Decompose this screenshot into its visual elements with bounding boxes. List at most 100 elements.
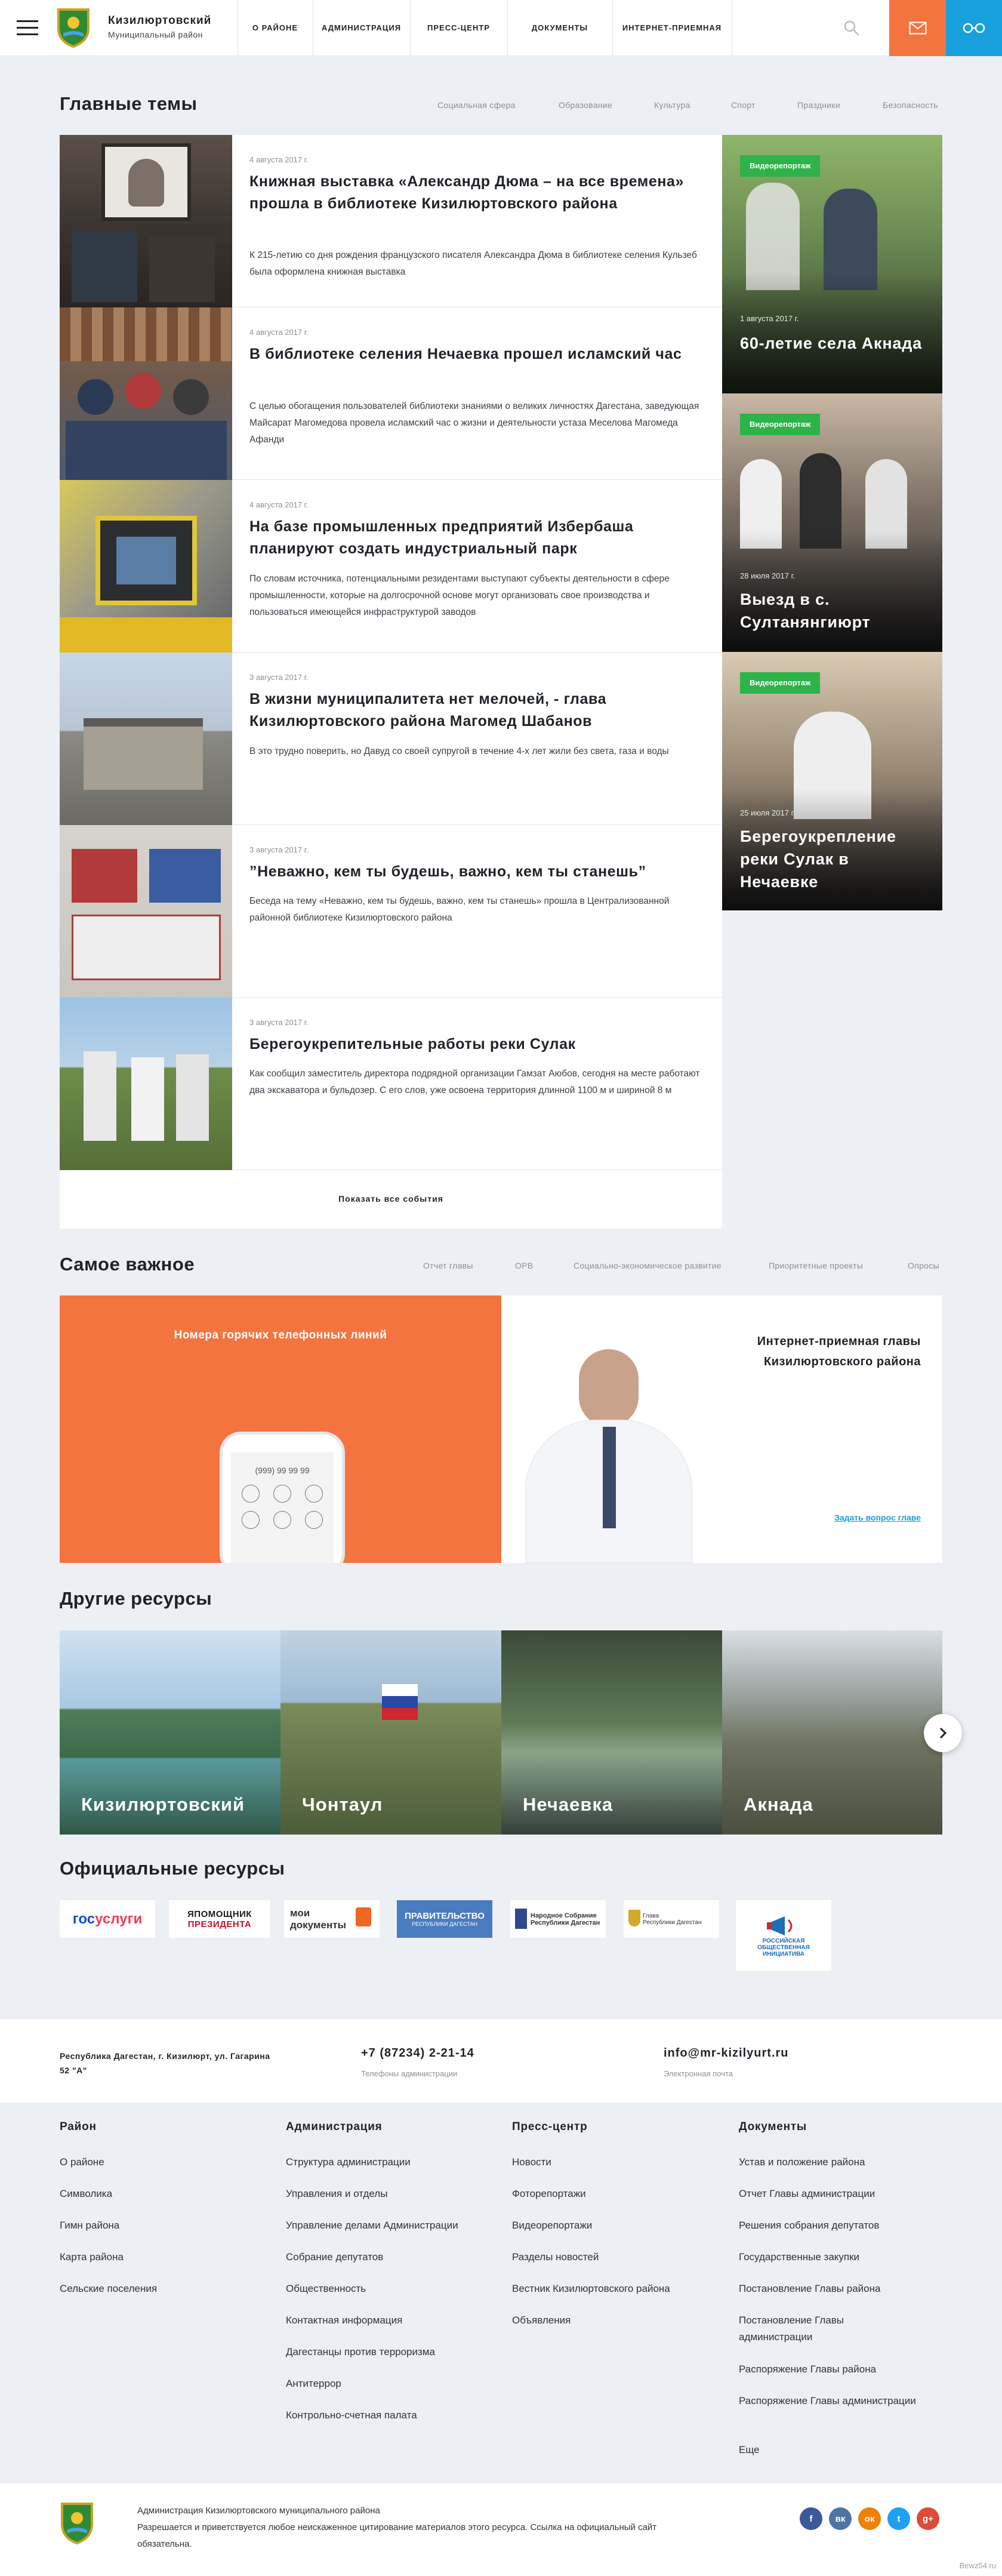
footer-link[interactable]: Вестник Кизилюртовского района: [512, 2280, 709, 2297]
resource-name[interactable]: Нечаевка: [523, 1794, 613, 1815]
news-photo[interactable]: [60, 480, 232, 653]
video-card[interactable]: Видеорепортаж 25 июля 2017 г. Берегоукре…: [722, 652, 942, 910]
accessibility-button[interactable]: [946, 0, 1002, 56]
tab-education[interactable]: Образование: [559, 100, 612, 110]
facebook-icon[interactable]: f: [800, 2507, 822, 2530]
tab-security[interactable]: Безопасность: [883, 100, 938, 110]
email-address[interactable]: info@mr-kizilyurt.ru: [664, 2046, 789, 2060]
nav-about[interactable]: О РАЙОНЕ: [238, 0, 313, 56]
video-title[interactable]: Выезд в с. Султанянгиюрт: [740, 588, 925, 633]
news-photo[interactable]: [60, 998, 232, 1170]
people-assembly-logo[interactable]: Народное Собрание Республики Дагестан: [510, 1900, 606, 1938]
footer-link[interactable]: Контактная информация: [286, 2312, 483, 2329]
footer-link[interactable]: Структура администрации: [286, 2154, 483, 2171]
twitter-icon[interactable]: t: [887, 2507, 910, 2530]
footer-link[interactable]: Распоряжение Главы района: [739, 2361, 936, 2378]
footer-link[interactable]: Решения собрания депутатов: [739, 2217, 936, 2234]
news-item[interactable]: 4 августа 2017 г. В библиотеке селения Н…: [60, 307, 722, 480]
footer-link[interactable]: Разделы новостей: [512, 2249, 709, 2266]
resource-name[interactable]: Акнада: [744, 1794, 813, 1815]
head-of-republic-logo[interactable]: Глава Республики Дагестан: [624, 1900, 719, 1938]
news-item[interactable]: 4 августа 2017 г. На базе промышленных п…: [60, 480, 722, 653]
news-item[interactable]: 3 августа 2017 г. Берегоукрепительные ра…: [60, 998, 722, 1170]
coat-of-arms-logo[interactable]: [56, 7, 91, 48]
tab-holidays[interactable]: Праздники: [797, 100, 840, 110]
tab-sport[interactable]: Спорт: [731, 100, 756, 110]
footer-link[interactable]: Управления и отделы: [286, 2186, 483, 2202]
tab-social[interactable]: Социальная сфера: [437, 100, 516, 110]
resource-card[interactable]: Акнада: [722, 1630, 942, 1835]
reception-card[interactable]: Интернет-приемная главы Кизилюртовского …: [501, 1295, 942, 1563]
ask-head-link[interactable]: Задать вопрос главе: [834, 1513, 921, 1522]
footer-link[interactable]: Постановление Главы района: [739, 2280, 936, 2297]
resource-card[interactable]: Нечаевка: [501, 1630, 722, 1835]
footer-link[interactable]: Общественность: [286, 2280, 483, 2297]
show-all-events-button[interactable]: Показать все события: [60, 1169, 722, 1229]
news-photo[interactable]: [60, 307, 232, 480]
menu-icon[interactable]: [17, 20, 38, 36]
odnoklassniki-icon[interactable]: ок: [858, 2507, 881, 2530]
tab-priority-projects[interactable]: Приоритетные проекты: [769, 1261, 863, 1270]
footer-column-title[interactable]: Пресс-центр: [512, 2120, 587, 2134]
gosuslugi-logo[interactable]: гос услуги: [60, 1900, 155, 1938]
footer-link[interactable]: Объявления: [512, 2312, 709, 2329]
hotlines-title[interactable]: Номера горячих телефонных линий: [60, 1329, 501, 1342]
news-title[interactable]: ”Неважно, кем ты будешь, важно, кем ты с…: [249, 861, 709, 883]
moi-dokumenty-logo[interactable]: мои документы: [284, 1900, 380, 1938]
video-title[interactable]: Берегоукрепление реки Сулак в Нечаевке: [740, 825, 925, 893]
footer-link[interactable]: Контрольно-счетная палата: [286, 2407, 483, 2424]
footer-link[interactable]: Фоторепортажи: [512, 2186, 709, 2202]
roi-logo[interactable]: РОССИЙСКАЯ ОБЩЕСТВЕННАЯ ИНИЦИАТИВА: [736, 1900, 831, 1971]
footer-link[interactable]: Еще: [739, 2442, 936, 2458]
nav-documents[interactable]: ДОКУМЕНТЫ: [507, 0, 612, 56]
tab-culture[interactable]: Культура: [654, 100, 690, 110]
news-item[interactable]: 4 августа 2017 г. Книжная выставка «Алек…: [60, 135, 722, 307]
footer-link[interactable]: Собрание депутатов: [286, 2249, 483, 2266]
pomoshnik-logo[interactable]: ЯПОМОЩНИК ПРЕЗИДЕНТА: [169, 1900, 270, 1938]
footer-link[interactable]: Постановление Главы администрации: [739, 2312, 918, 2346]
carousel-next-button[interactable]: [924, 1714, 962, 1752]
footer-column-title[interactable]: Район: [60, 2120, 97, 2134]
nav-reception[interactable]: ИНТЕРНЕТ-ПРИЕМНАЯ: [612, 0, 732, 56]
mail-button[interactable]: [889, 0, 946, 56]
news-photo[interactable]: [60, 135, 232, 307]
coat-of-arms-logo[interactable]: [60, 2501, 94, 2544]
video-title[interactable]: 60-летие села Акнада: [740, 332, 925, 355]
footer-link[interactable]: Новости: [512, 2154, 709, 2171]
news-title[interactable]: В библиотеке селения Нечаевка прошел исл…: [249, 343, 709, 365]
resource-name[interactable]: Кизилюртовский: [81, 1794, 245, 1815]
news-title[interactable]: На базе промышленных предприятий Изберба…: [249, 516, 709, 560]
resource-name[interactable]: Чонтаул: [302, 1794, 383, 1815]
tab-socio-economic[interactable]: Социально-экономическое развитие: [574, 1261, 722, 1270]
tab-polls[interactable]: Опросы: [908, 1261, 939, 1270]
nav-administration[interactable]: АДМИНИСТРАЦИЯ: [313, 0, 410, 56]
footer-column-title[interactable]: Документы: [739, 2120, 807, 2134]
footer-link[interactable]: Государственные закупки: [739, 2249, 936, 2266]
video-card[interactable]: Видеорепортаж 28 июля 2017 г. Выезд в с.…: [722, 393, 942, 652]
news-item[interactable]: 3 августа 2017 г. В жизни муниципалитета…: [60, 653, 722, 825]
footer-link[interactable]: Антитеррор: [286, 2375, 483, 2392]
footer-link[interactable]: Карта района: [60, 2249, 257, 2266]
google-plus-icon[interactable]: g+: [917, 2507, 939, 2530]
footer-link[interactable]: Устав и положение района: [739, 2154, 936, 2171]
footer-link[interactable]: Символика: [60, 2186, 257, 2202]
news-item[interactable]: 3 августа 2017 г. ”Неважно, кем ты будеш…: [60, 825, 722, 998]
search-icon[interactable]: [843, 19, 861, 37]
tab-orv[interactable]: ОРВ: [515, 1261, 533, 1270]
news-photo[interactable]: [60, 653, 232, 825]
footer-link[interactable]: Дагестанцы против терроризма: [286, 2344, 483, 2360]
footer-link[interactable]: О районе: [60, 2154, 257, 2171]
developer-credit[interactable]: Bewz54.ru: [960, 2561, 996, 2570]
news-photo[interactable]: [60, 825, 232, 998]
resource-card[interactable]: Кизилюртовский: [60, 1630, 280, 1835]
video-card[interactable]: Видеорепортаж 1 августа 2017 г. 60-летие…: [722, 135, 942, 393]
news-title[interactable]: Книжная выставка «Александр Дюма – на вс…: [249, 171, 709, 215]
news-title[interactable]: В жизни муниципалитета нет мелочей, - гл…: [249, 688, 709, 733]
hotlines-card[interactable]: Номера горячих телефонных линий (999) 99…: [60, 1295, 501, 1563]
footer-link[interactable]: Гимн района: [60, 2217, 257, 2234]
nav-press-center[interactable]: ПРЕСС-ЦЕНТР: [410, 0, 507, 56]
footer-link[interactable]: Сельские поселения: [60, 2280, 257, 2297]
footer-link[interactable]: Видеорепортажи: [512, 2217, 709, 2234]
phone-number[interactable]: +7 (87234) 2-21-14: [361, 2046, 474, 2060]
vk-icon[interactable]: вк: [829, 2507, 852, 2530]
